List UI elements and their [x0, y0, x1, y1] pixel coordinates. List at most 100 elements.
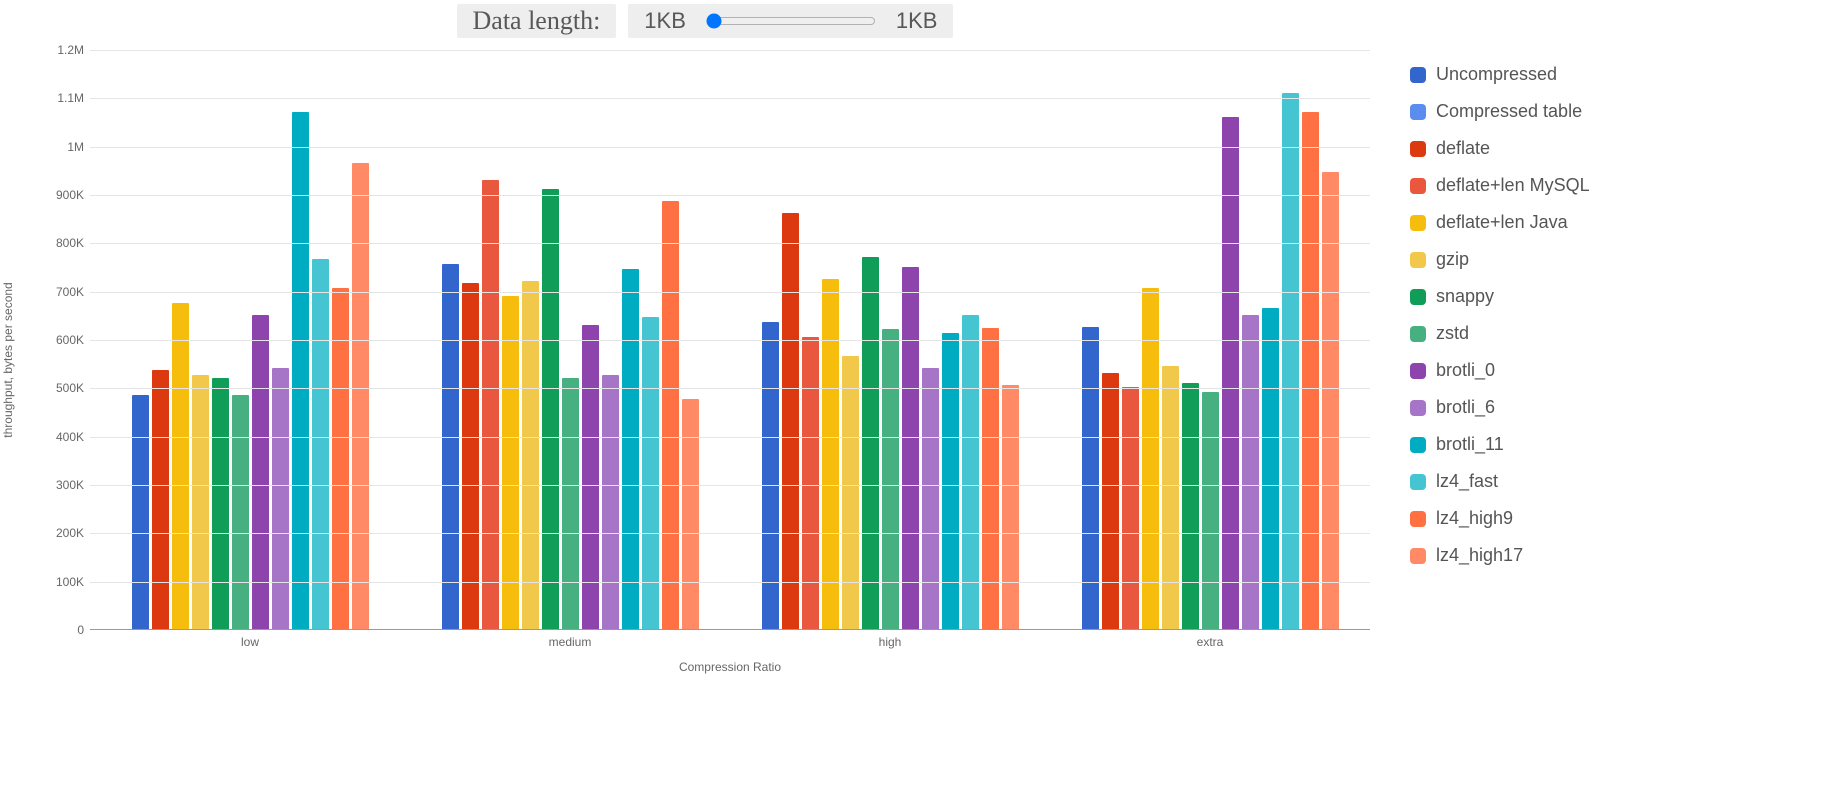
data-length-label: Data length:	[457, 4, 617, 38]
x-tick-label: high	[879, 635, 902, 649]
y-tick-label: 1M	[67, 140, 84, 154]
legend-item[interactable]: lz4_fast	[1410, 471, 1590, 492]
legend-label: Uncompressed	[1436, 64, 1557, 85]
legend-swatch	[1410, 141, 1426, 157]
bar[interactable]	[842, 356, 859, 629]
x-axis-label: Compression Ratio	[90, 660, 1370, 674]
slider-min-label: 1KB	[644, 8, 686, 34]
bar[interactable]	[1082, 327, 1099, 629]
bar[interactable]	[822, 279, 839, 629]
bar[interactable]	[172, 303, 189, 629]
bar[interactable]	[1002, 385, 1019, 629]
bar[interactable]	[502, 296, 519, 630]
legend-item[interactable]: snappy	[1410, 286, 1590, 307]
bar[interactable]	[462, 283, 479, 629]
bar[interactable]	[582, 325, 599, 630]
bar[interactable]	[1162, 366, 1179, 629]
legend-item[interactable]: zstd	[1410, 323, 1590, 344]
grid-line	[90, 50, 1370, 51]
legend-item[interactable]: lz4_high17	[1410, 545, 1590, 566]
chart-controls: Data length: 1KB 1KB	[40, 0, 1370, 50]
bar[interactable]	[562, 378, 579, 629]
legend-label: lz4_fast	[1436, 471, 1498, 492]
bar[interactable]	[312, 259, 329, 629]
bar[interactable]	[292, 112, 309, 629]
bar[interactable]	[922, 368, 939, 629]
bar[interactable]	[522, 281, 539, 629]
bar[interactable]	[352, 163, 369, 629]
bar[interactable]	[782, 213, 799, 629]
bar[interactable]	[132, 395, 149, 629]
bar[interactable]	[1122, 387, 1139, 629]
y-tick-label: 1.2M	[57, 43, 84, 57]
bar[interactable]	[192, 375, 209, 629]
legend-swatch	[1410, 400, 1426, 416]
legend-swatch	[1410, 437, 1426, 453]
bar[interactable]	[602, 375, 619, 629]
legend-label: deflate+len MySQL	[1436, 175, 1590, 196]
grid-line	[90, 582, 1370, 583]
bar[interactable]	[902, 267, 919, 630]
bar[interactable]	[1222, 117, 1239, 629]
bar[interactable]	[212, 378, 229, 629]
bar[interactable]	[1102, 373, 1119, 629]
bar[interactable]	[942, 333, 959, 629]
legend-label: brotli_6	[1436, 397, 1495, 418]
bar[interactable]	[762, 322, 779, 629]
legend-label: Compressed table	[1436, 101, 1582, 122]
grid-line	[90, 98, 1370, 99]
bar[interactable]	[1182, 383, 1199, 630]
bar[interactable]	[802, 337, 819, 629]
y-tick-label: 100K	[56, 575, 84, 589]
legend-item[interactable]: deflate+len Java	[1410, 212, 1590, 233]
bar[interactable]	[232, 395, 249, 629]
y-tick-label: 0	[77, 623, 84, 637]
legend-label: brotli_11	[1436, 434, 1504, 455]
y-axis-label: throughput, bytes per second	[1, 282, 15, 437]
slider-max-label: 1KB	[896, 8, 938, 34]
grid-line	[90, 388, 1370, 389]
legend-item[interactable]: deflate	[1410, 138, 1590, 159]
bar[interactable]	[1322, 172, 1339, 629]
y-tick-label: 700K	[56, 285, 84, 299]
bar[interactable]	[1302, 112, 1319, 629]
legend-item[interactable]: Uncompressed	[1410, 64, 1590, 85]
legend-item[interactable]: brotli_6	[1410, 397, 1590, 418]
legend-item[interactable]: brotli_0	[1410, 360, 1590, 381]
bar[interactable]	[862, 257, 879, 629]
bar[interactable]	[662, 201, 679, 629]
data-length-slider[interactable]	[706, 13, 876, 29]
bar[interactable]	[152, 370, 169, 629]
legend-swatch	[1410, 511, 1426, 527]
legend-item[interactable]: lz4_high9	[1410, 508, 1590, 529]
y-tick-label: 800K	[56, 236, 84, 250]
legend-swatch	[1410, 326, 1426, 342]
bar[interactable]	[272, 368, 289, 629]
bar[interactable]	[1282, 93, 1299, 630]
bar[interactable]	[442, 264, 459, 629]
grid-line	[90, 437, 1370, 438]
bar[interactable]	[482, 180, 499, 630]
bar[interactable]	[542, 189, 559, 629]
legend-item[interactable]: brotli_11	[1410, 434, 1590, 455]
bar[interactable]	[1202, 392, 1219, 629]
x-tick-label: extra	[1197, 635, 1224, 649]
bar[interactable]	[982, 328, 999, 629]
legend-label: brotli_0	[1436, 360, 1495, 381]
data-length-slider-box: 1KB 1KB	[628, 4, 953, 38]
bar[interactable]	[882, 329, 899, 629]
legend-swatch	[1410, 474, 1426, 490]
legend-swatch	[1410, 289, 1426, 305]
bar[interactable]	[622, 269, 639, 629]
legend-item[interactable]: deflate+len MySQL	[1410, 175, 1590, 196]
y-tick-label: 500K	[56, 381, 84, 395]
y-tick-label: 900K	[56, 188, 84, 202]
bar[interactable]	[682, 399, 699, 629]
legend-label: zstd	[1436, 323, 1469, 344]
chart-plot: throughput, bytes per second lowmediumhi…	[40, 50, 1370, 670]
legend-swatch	[1410, 215, 1426, 231]
legend-swatch	[1410, 178, 1426, 194]
legend-item[interactable]: Compressed table	[1410, 101, 1590, 122]
legend-item[interactable]: gzip	[1410, 249, 1590, 270]
legend-label: deflate+len Java	[1436, 212, 1568, 233]
